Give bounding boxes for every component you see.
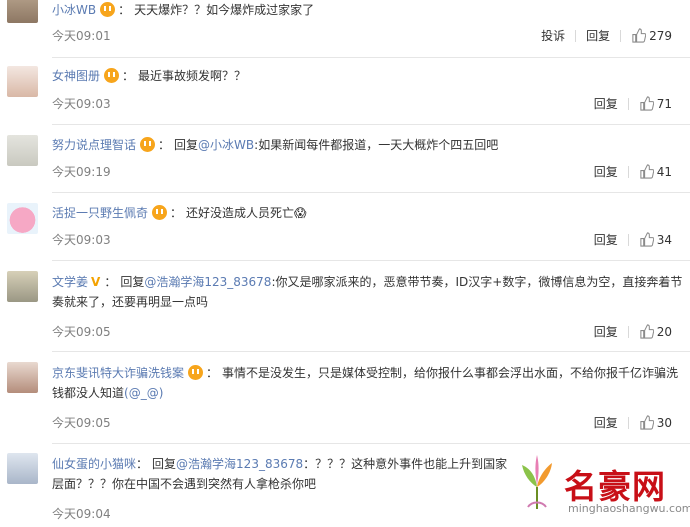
divider: [627, 97, 629, 110]
like-button[interactable]: 34: [639, 232, 672, 247]
report-button[interactable]: 投诉: [541, 27, 565, 44]
avatar[interactable]: [7, 453, 38, 484]
verified-badge-icon: V: [91, 275, 101, 289]
mention-link[interactable]: @小冰WB: [198, 138, 254, 152]
comment-text: 还好没造成人员死亡😱: [186, 206, 307, 220]
thumbs-up-icon: [640, 324, 654, 339]
comment-actions: 回复 20: [594, 323, 672, 340]
like-count: 41: [656, 164, 672, 179]
like-button[interactable]: 30: [639, 415, 672, 430]
comment-actions: 回复 71: [594, 95, 672, 112]
divider: [52, 260, 690, 261]
like-button[interactable]: 279: [631, 28, 672, 43]
reply-button[interactable]: 回复: [586, 27, 610, 44]
comment-actions: 回复 30: [594, 414, 672, 431]
username-link[interactable]: 女神图册: [52, 69, 100, 83]
comment-time: 今天09:01: [52, 29, 111, 43]
comment-body: 活捉一只野生佩奇：还好没造成人员死亡😱: [52, 205, 307, 220]
crown-icon: [152, 205, 168, 220]
reply-button[interactable]: 回复: [594, 95, 618, 112]
divider: [52, 57, 690, 58]
thumbs-up-icon: [632, 28, 647, 43]
avatar[interactable]: [7, 66, 38, 97]
comment-body: 努力说点理智话：回复@小冰WB:如果新闻每件都报道，一天大概炸个四五回吧: [52, 137, 499, 152]
reply-button[interactable]: 回复: [594, 414, 618, 431]
comment-time: 今天09:03: [52, 97, 111, 111]
like-count: 34: [656, 232, 672, 247]
username-link[interactable]: 努力说点理智话: [52, 138, 136, 152]
comment-time: 今天09:05: [52, 416, 111, 430]
avatar[interactable]: [7, 362, 38, 393]
watermark-title: 名豪网: [564, 467, 666, 506]
comment-body: 女神图册：最近事故频发啊？？: [52, 68, 247, 83]
comment-time: 今天09:05: [52, 325, 111, 339]
watermark-url: minghaoshangwu.com: [568, 502, 690, 515]
comment-time: 今天09:19: [52, 165, 111, 179]
avatar[interactable]: [7, 135, 38, 166]
like-button[interactable]: 71: [639, 96, 672, 111]
thumbs-up-icon: [640, 415, 654, 430]
username-link[interactable]: 活捉一只野生佩奇: [52, 206, 148, 220]
username-link[interactable]: 京东斐讯特大诈骗洗钱案: [52, 366, 184, 380]
thumbs-up-icon: [640, 232, 654, 247]
mention-link[interactable]: @浩瀚学海123_83678: [176, 457, 303, 471]
comment-actions: 回复 34: [594, 231, 672, 248]
crown-icon: [104, 68, 120, 83]
avatar[interactable]: [7, 0, 38, 23]
comment-body: 京东斐讯特大诈骗洗钱案：事情不是没发生，只是媒体受控制，给你报什么事都会浮出水面…: [52, 365, 679, 400]
crown-icon: [140, 137, 156, 152]
avatar[interactable]: [7, 271, 38, 302]
reply-button[interactable]: 回复: [594, 231, 618, 248]
thumbs-up-icon: [640, 164, 654, 179]
comment-actions: 投诉 回复 279: [541, 27, 672, 44]
divider: [52, 443, 690, 444]
divider: [52, 351, 690, 352]
divider: [52, 192, 690, 193]
reply-button[interactable]: 回复: [594, 163, 618, 180]
like-button[interactable]: 41: [639, 164, 672, 179]
crown-icon: [100, 2, 116, 17]
divider: [627, 325, 629, 338]
comment-body: 仙女蛋的小猫咪： 回复@浩瀚学海123_83678：？？？这种意外事件也能上升到国…: [52, 457, 508, 491]
like-count: 71: [656, 96, 672, 111]
divider: [52, 124, 690, 125]
like-button[interactable]: 20: [639, 324, 672, 339]
like-count: 279: [649, 28, 672, 43]
divider: [575, 29, 577, 42]
comment-body: 文学姜 V：回复@浩瀚学海123_83678:你又是哪家派来的，恶意带节奏，ID汉…: [52, 275, 683, 309]
reply-prefix: 回复: [120, 275, 145, 289]
username-link[interactable]: 小冰WB: [52, 3, 96, 17]
crown-icon: [188, 365, 204, 380]
username-link[interactable]: 文学姜: [52, 275, 88, 289]
comment-time: 今天09:03: [52, 233, 111, 247]
comment-text: 天天爆炸？？如今爆炸成过家家了: [134, 3, 315, 17]
divider: [627, 233, 629, 246]
divider: [627, 416, 629, 429]
avatar[interactable]: [7, 203, 38, 234]
thumbs-up-icon: [640, 96, 654, 111]
like-count: 30: [656, 415, 672, 430]
comment-actions: 回复 41: [594, 163, 672, 180]
reply-button[interactable]: 回复: [594, 323, 618, 340]
mention-link[interactable]: @浩瀚学海123_83678: [144, 275, 271, 289]
divider: [620, 29, 622, 42]
comment-time: 今天09:04: [52, 507, 111, 521]
comment-text: 最近事故频发啊？？: [138, 69, 247, 83]
reply-prefix: 回复: [174, 138, 199, 152]
like-count: 20: [656, 324, 672, 339]
divider: [627, 165, 629, 178]
watermark-logo: [522, 455, 552, 509]
comment-text: :如果新闻每件都报道，一天大概炸个四五回吧: [254, 138, 499, 152]
comment-body: 小冰WB：天天爆炸？？如今爆炸成过家家了: [52, 2, 315, 17]
emoticon-text: (@_@): [124, 386, 164, 400]
username-link[interactable]: 仙女蛋的小猫咪: [52, 457, 136, 471]
reply-prefix: 回复: [152, 457, 177, 471]
